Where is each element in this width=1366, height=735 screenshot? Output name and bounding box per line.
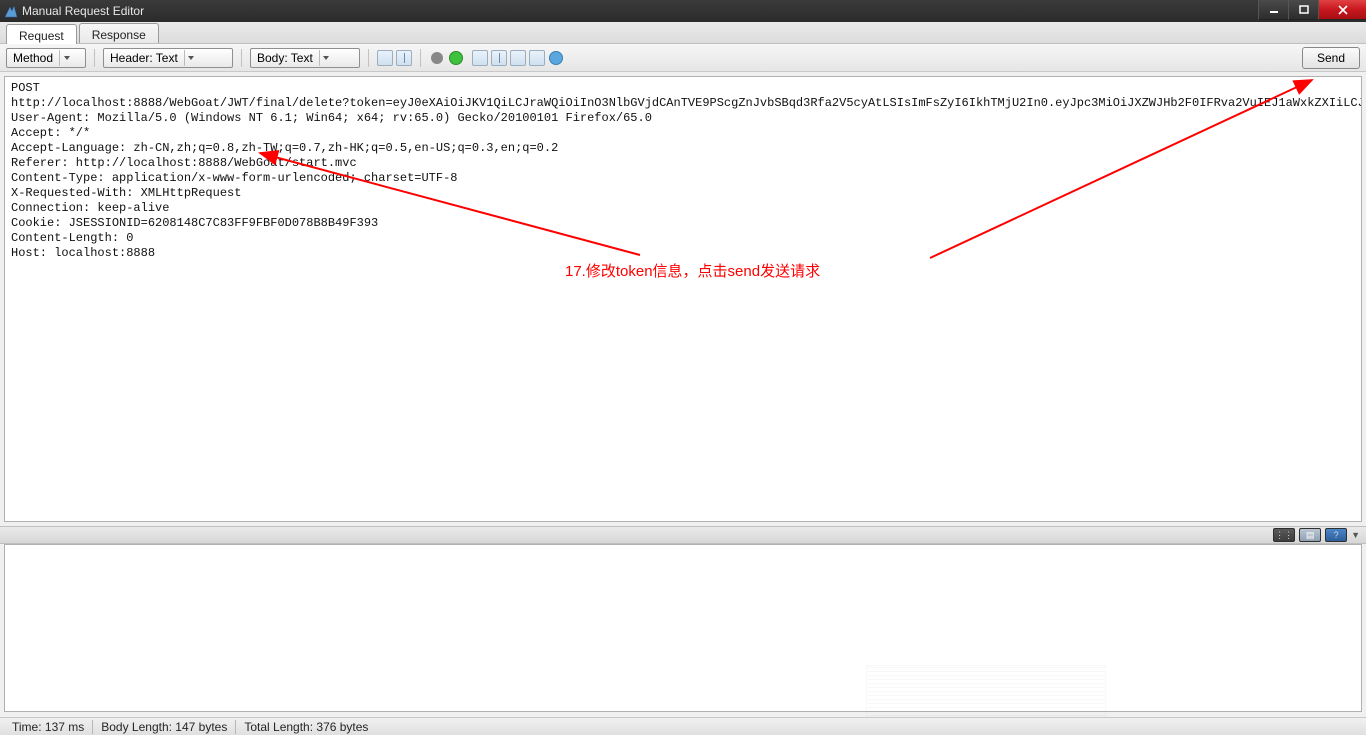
chevron-down-icon: [319, 50, 333, 66]
request-textarea[interactable]: POST http://localhost:8888/WebGoat/JWT/f…: [4, 76, 1362, 522]
chevron-down-icon: [59, 50, 73, 66]
toolbar-record-icons: [429, 50, 464, 66]
titlebar: Manual Request Editor: [0, 0, 1366, 22]
sub-toolbar: ⋮⋮ ▤ ? ▼: [0, 526, 1366, 544]
play-icon[interactable]: [448, 50, 464, 66]
hex-view-icon[interactable]: ⋮⋮: [1273, 528, 1295, 542]
status-total-length: Total Length: 376 bytes: [236, 720, 376, 734]
layout-icon-1[interactable]: [472, 50, 488, 66]
separator: [241, 49, 242, 67]
header-combo-label: Header: Text: [110, 51, 178, 65]
toolbar-layout-icons: [472, 50, 564, 66]
layout-icon-3[interactable]: [510, 50, 526, 66]
window-controls: [1258, 0, 1366, 20]
view-full-icon[interactable]: [377, 50, 393, 66]
header-view-combo[interactable]: Header: Text: [103, 48, 233, 68]
tabstrip: Request Response: [0, 22, 1366, 44]
status-body-length: Body Length: 147 bytes: [93, 720, 236, 734]
tab-request-label: Request: [19, 29, 64, 43]
body-view-combo[interactable]: Body: Text: [250, 48, 360, 68]
chevron-down-icon: [184, 50, 198, 66]
send-button[interactable]: Send: [1302, 47, 1360, 69]
response-textarea[interactable]: [4, 544, 1362, 712]
maximize-button[interactable]: [1288, 0, 1318, 20]
tab-request[interactable]: Request: [6, 24, 77, 44]
minimize-button[interactable]: [1258, 0, 1288, 20]
window-title: Manual Request Editor: [22, 4, 144, 18]
method-combo[interactable]: Method: [6, 48, 86, 68]
tab-response-label: Response: [92, 28, 146, 42]
record-icon[interactable]: [429, 50, 445, 66]
send-button-label: Send: [1317, 51, 1345, 65]
method-combo-label: Method: [13, 51, 53, 65]
app-icon: [4, 4, 18, 18]
statusbar: Time: 137 ms Body Length: 147 bytes Tota…: [0, 717, 1366, 735]
tab-response[interactable]: Response: [79, 23, 159, 43]
help-icon[interactable]: ?: [1325, 528, 1347, 542]
separator: [94, 49, 95, 67]
view-split-icon[interactable]: [396, 50, 412, 66]
table-view-icon[interactable]: ▤: [1299, 528, 1321, 542]
body-combo-label: Body: Text: [257, 51, 313, 65]
info-icon[interactable]: [548, 50, 564, 66]
close-button[interactable]: [1318, 0, 1366, 20]
separator: [420, 49, 421, 67]
separator: [368, 49, 369, 67]
toolbar: Method Header: Text Body: Text Send: [0, 44, 1366, 72]
status-time: Time: 137 ms: [4, 720, 93, 734]
toolbar-view-icons: [377, 50, 412, 66]
layout-icon-4[interactable]: [529, 50, 545, 66]
layout-icon-2[interactable]: [491, 50, 507, 66]
chevron-down-icon[interactable]: ▼: [1351, 530, 1360, 540]
